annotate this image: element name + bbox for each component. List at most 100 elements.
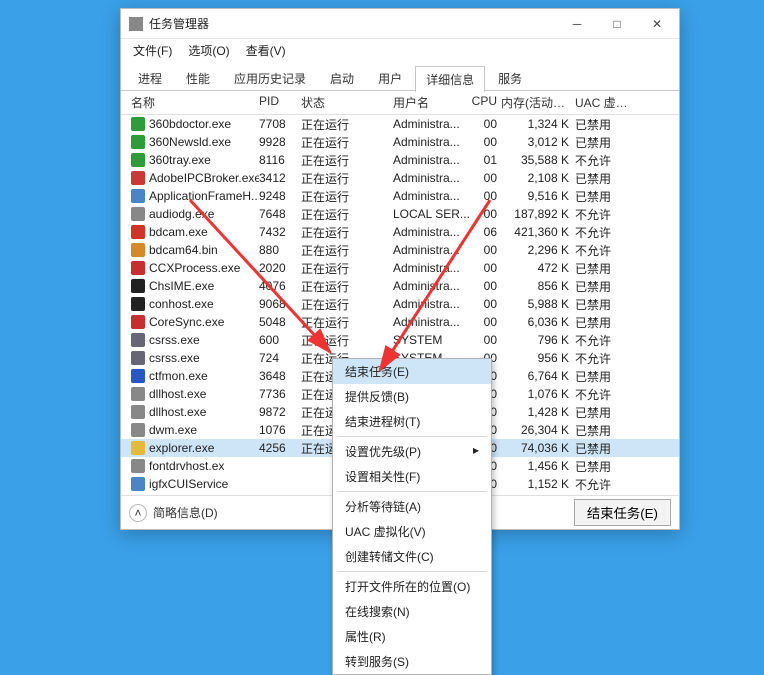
process-state: 正在运行 (301, 134, 393, 151)
process-name: ApplicationFrameH... (149, 189, 259, 203)
col-pid-header[interactable]: PID (259, 94, 301, 111)
menu-file[interactable]: 文件(F) (127, 40, 178, 61)
col-name-header[interactable]: 名称 (127, 94, 259, 111)
process-mem: 1,076 K (501, 387, 575, 401)
ctx-affinity[interactable]: 设置相关性(F) (333, 464, 491, 489)
process-uac: 已禁用 (575, 188, 631, 205)
process-uac: 不允许 (575, 386, 631, 403)
process-row[interactable]: 360bdoctor.exe7708正在运行Administra...001,3… (121, 115, 679, 133)
process-pid: 2020 (259, 261, 301, 275)
tab-1[interactable]: 性能 (175, 65, 221, 91)
process-row[interactable]: 360Newsld.exe9928正在运行Administra...003,01… (121, 133, 679, 151)
col-mem-header[interactable]: 内存(活动的... (501, 94, 575, 111)
process-row[interactable]: AdobeIPCBroker.exe3412正在运行Administra...0… (121, 169, 679, 187)
process-state: 正在运行 (301, 152, 393, 169)
process-row[interactable]: 360tray.exe8116正在运行Administra...0135,588… (121, 151, 679, 169)
process-uac: 已禁用 (575, 404, 631, 421)
col-uac-header[interactable]: UAC 虚拟化 (575, 94, 631, 111)
process-icon (131, 189, 145, 203)
tab-5[interactable]: 详细信息 (415, 66, 485, 92)
chevron-up-icon: ˄ (129, 504, 147, 522)
minimize-button[interactable]: ─ (557, 10, 597, 38)
process-cpu: 00 (471, 207, 501, 221)
ctx-separator (337, 491, 487, 492)
process-icon (131, 117, 145, 131)
ctx-search-online[interactable]: 在线搜索(N) (333, 599, 491, 624)
process-pid: 600 (259, 333, 301, 347)
process-pid: 9928 (259, 135, 301, 149)
process-icon (131, 315, 145, 329)
process-pid: 4256 (259, 441, 301, 455)
col-user-header[interactable]: 用户名 (393, 94, 471, 111)
process-user: Administra... (393, 135, 471, 149)
process-name: dllhost.exe (149, 387, 206, 401)
process-user: Administra... (393, 279, 471, 293)
process-state: 正在运行 (301, 116, 393, 133)
process-icon (131, 135, 145, 149)
tab-6[interactable]: 服务 (487, 65, 533, 91)
tab-0[interactable]: 进程 (127, 65, 173, 91)
process-row[interactable]: bdcam64.bin880正在运行Administra...002,296 K… (121, 241, 679, 259)
col-cpu-header[interactable]: CPU (471, 94, 501, 111)
process-row[interactable]: ApplicationFrameH...9248正在运行Administra..… (121, 187, 679, 205)
process-row[interactable]: audiodg.exe7648正在运行LOCAL SER...00187,892… (121, 205, 679, 223)
process-user: Administra... (393, 171, 471, 185)
app-icon (129, 17, 143, 31)
process-row[interactable]: conhost.exe9068正在运行Administra...005,988 … (121, 295, 679, 313)
process-mem: 3,012 K (501, 135, 575, 149)
process-cpu: 00 (471, 189, 501, 203)
process-state: 正在运行 (301, 206, 393, 223)
process-uac: 已禁用 (575, 458, 631, 475)
menu-view[interactable]: 查看(V) (240, 40, 292, 61)
process-pid: 1076 (259, 423, 301, 437)
process-uac: 已禁用 (575, 296, 631, 313)
process-uac: 已禁用 (575, 314, 631, 331)
process-user: Administra... (393, 117, 471, 131)
process-icon (131, 225, 145, 239)
ctx-priority[interactable]: 设置优先级(P)▸ (333, 439, 491, 464)
ctx-end-task[interactable]: 结束任务(E) (333, 359, 491, 384)
ctx-dump[interactable]: 创建转储文件(C) (333, 544, 491, 569)
process-uac: 已禁用 (575, 422, 631, 439)
process-uac: 已禁用 (575, 368, 631, 385)
process-mem: 5,988 K (501, 297, 575, 311)
process-mem: 796 K (501, 333, 575, 347)
process-cpu: 00 (471, 261, 501, 275)
brief-info-toggle[interactable]: ˄ 简略信息(D) (129, 504, 218, 522)
ctx-feedback[interactable]: 提供反馈(B) (333, 384, 491, 409)
process-uac: 不允许 (575, 332, 631, 349)
ctx-uacvirt[interactable]: UAC 虚拟化(V) (333, 519, 491, 544)
context-menu[interactable]: 结束任务(E) 提供反馈(B) 结束进程树(T) 设置优先级(P)▸ 设置相关性… (332, 358, 492, 675)
process-icon (131, 405, 145, 419)
ctx-end-tree[interactable]: 结束进程树(T) (333, 409, 491, 434)
process-icon (131, 261, 145, 275)
tab-2[interactable]: 应用历史记录 (223, 65, 317, 91)
process-row[interactable]: ChsIME.exe4076正在运行Administra...00856 K已禁… (121, 277, 679, 295)
process-row[interactable]: csrss.exe600正在运行SYSTEM00796 K不允许 (121, 331, 679, 349)
process-row[interactable]: bdcam.exe7432正在运行Administra...06421,360 … (121, 223, 679, 241)
process-icon (131, 477, 145, 491)
process-row[interactable]: CoreSync.exe5048正在运行Administra...006,036… (121, 313, 679, 331)
process-icon (131, 333, 145, 347)
ctx-analyze[interactable]: 分析等待链(A) (333, 494, 491, 519)
process-pid: 7708 (259, 117, 301, 131)
ctx-open-location[interactable]: 打开文件所在的位置(O) (333, 574, 491, 599)
process-pid: 4076 (259, 279, 301, 293)
end-task-button[interactable]: 结束任务(E) (574, 499, 671, 526)
process-user: Administra... (393, 153, 471, 167)
menu-options[interactable]: 选项(O) (182, 40, 235, 61)
tab-3[interactable]: 启动 (319, 65, 365, 91)
maximize-button[interactable]: □ (597, 10, 637, 38)
process-cpu: 00 (471, 315, 501, 329)
close-button[interactable]: ✕ (637, 10, 677, 38)
process-pid: 7736 (259, 387, 301, 401)
process-name: fontdrvhost.ex (149, 459, 224, 473)
tab-4[interactable]: 用户 (367, 65, 413, 91)
process-icon (131, 243, 145, 257)
process-row[interactable]: CCXProcess.exe2020正在运行Administra...00472… (121, 259, 679, 277)
process-uac: 不允许 (575, 476, 631, 493)
ctx-goto-services[interactable]: 转到服务(S) (333, 649, 491, 674)
process-mem: 6,764 K (501, 369, 575, 383)
col-state-header[interactable]: 状态 (301, 94, 393, 111)
ctx-properties[interactable]: 属性(R) (333, 624, 491, 649)
